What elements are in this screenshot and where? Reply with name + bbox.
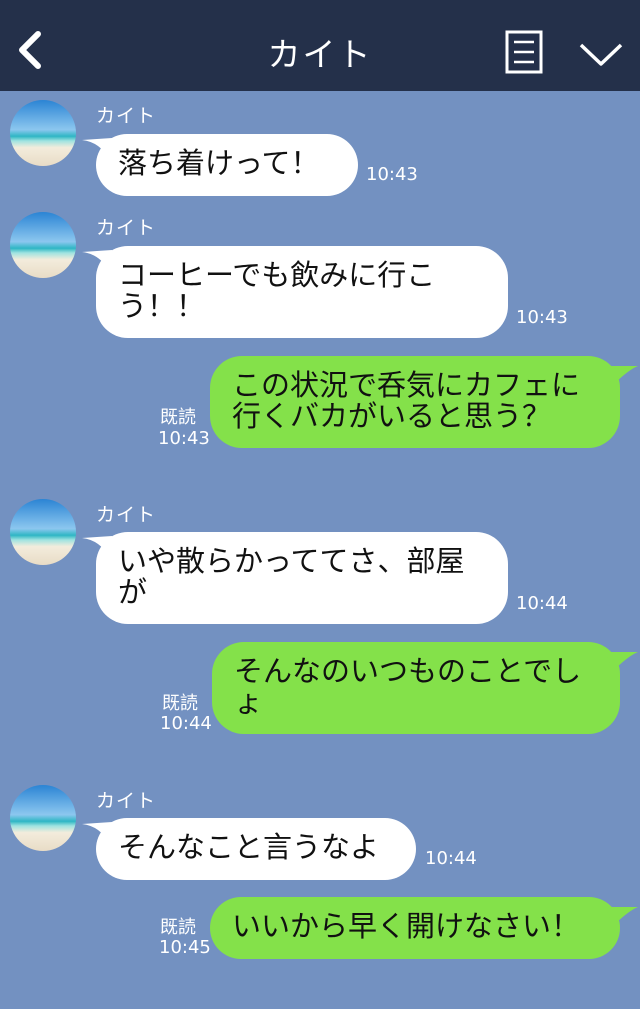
read-receipt: 既読: [162, 693, 198, 714]
message-bubble[interactable]: そんなのいつものことでしょ: [212, 642, 620, 734]
beach-avatar-image: [10, 100, 76, 166]
message-bubble[interactable]: そんなこと言うなよ: [96, 818, 416, 880]
message-bubble[interactable]: コーヒーでも飲みに行こう！！: [96, 246, 508, 338]
message-time: 10:44: [160, 713, 212, 734]
message-time: 10:44: [425, 848, 477, 869]
message-text: そんなのいつものことでしょ: [234, 654, 582, 719]
message-time: 10:44: [516, 593, 568, 614]
avatar[interactable]: [10, 212, 76, 278]
read-receipt: 既読: [160, 917, 196, 938]
message-text: いや散らかっててさ、部屋が: [118, 544, 465, 609]
beach-avatar-image: [10, 499, 76, 565]
sender-name: カイト: [96, 790, 157, 812]
message-bubble[interactable]: いいから早く開けなさい！: [210, 897, 620, 959]
bubble-tail: [606, 366, 638, 386]
chat-title: カイト: [267, 35, 373, 74]
message-text: いいから早く開けなさい！: [232, 909, 581, 943]
chat-header: カイト: [0, 0, 640, 91]
chevron-down-icon[interactable]: [578, 40, 624, 68]
message-text: 落ち着けって！: [118, 146, 320, 180]
bubble-tail: [606, 907, 638, 927]
sender-name: カイト: [96, 105, 157, 127]
sender-name: カイト: [96, 217, 157, 239]
message-time: 10:43: [158, 428, 210, 449]
message-text: コーヒーでも飲みに行こう！！: [118, 258, 436, 323]
message-time: 10:43: [516, 307, 568, 328]
message-bubble[interactable]: この状況で呑気にカフェに行くバカがいると思う？: [210, 356, 620, 448]
avatar[interactable]: [10, 100, 76, 166]
message-bubble[interactable]: 落ち着けって！: [96, 134, 358, 196]
message-text: そんなこと言うなよ: [118, 830, 380, 864]
message-text: この状況で呑気にカフェに行くバカがいると思う？: [232, 368, 581, 433]
avatar[interactable]: [10, 499, 76, 565]
beach-avatar-image: [10, 785, 76, 851]
beach-avatar-image: [10, 212, 76, 278]
note-menu-icon[interactable]: [505, 30, 543, 74]
bubble-tail: [606, 652, 638, 672]
read-receipt: 既読: [160, 407, 196, 428]
avatar[interactable]: [10, 785, 76, 851]
message-time: 10:45: [159, 937, 211, 958]
message-bubble[interactable]: いや散らかっててさ、部屋が: [96, 532, 508, 624]
sender-name: カイト: [96, 504, 157, 526]
message-time: 10:43: [366, 164, 418, 185]
